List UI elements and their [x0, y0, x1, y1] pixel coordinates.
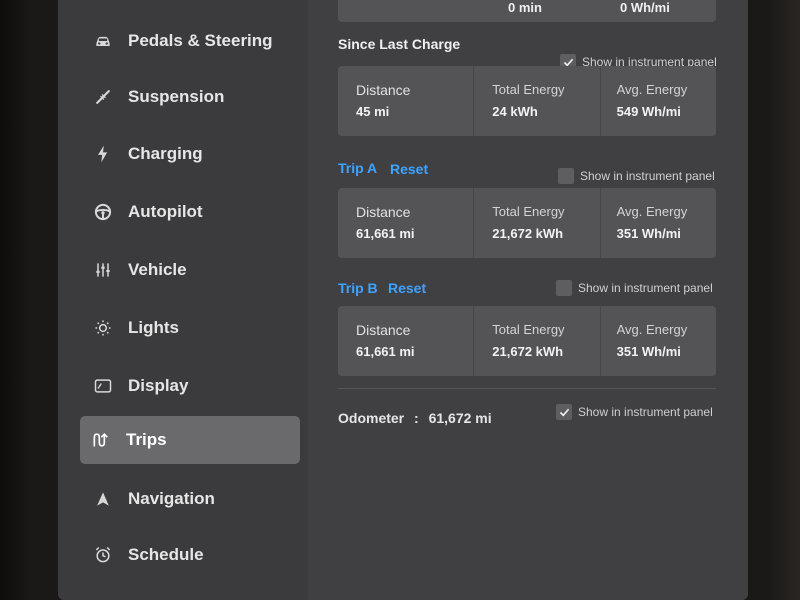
since-last-charge-title: Since Last Charge [338, 36, 461, 52]
trip-b-card: Distance 61,661 mi Total Energy 21,672 k… [338, 306, 716, 376]
section-divider [338, 388, 716, 389]
distance-label: Distance [356, 204, 411, 220]
previous-trip-duration: 0 min [508, 0, 542, 15]
total-energy-cell: Total Energy 21,672 kWh [474, 188, 601, 258]
sidebar-item-schedule[interactable]: Schedule [82, 532, 298, 578]
avg-energy-cell: Avg. Energy 351 Wh/mi [601, 188, 716, 258]
sidebar-item-suspension[interactable]: Suspension [82, 74, 298, 120]
distance-value: 61,661 mi [356, 226, 415, 241]
navigation-arrow-icon [92, 488, 114, 510]
sidebar-item-display[interactable]: Display [82, 363, 298, 409]
trip-b-show-toggle[interactable]: Show in instrument panel [556, 280, 713, 296]
previous-trip-avg-energy: 0 Wh/mi [620, 0, 670, 15]
sidebar-item-vehicle[interactable]: Vehicle [82, 247, 298, 293]
previous-trip-card: 0 min 0 Wh/mi [338, 0, 716, 22]
odometer-readout: Odometer : 61,672 mi [338, 410, 492, 426]
sidebar-item-label: Schedule [128, 545, 204, 564]
avg-energy-value: 351 Wh/mi [616, 344, 681, 359]
avg-energy-value: 351 Wh/mi [616, 226, 681, 241]
total-energy-cell: Total Energy 21,672 kWh [474, 306, 601, 376]
trip-a-show-toggle[interactable]: Show in instrument panel [558, 168, 715, 184]
sidebar-item-label: Navigation [128, 489, 215, 508]
display-icon [92, 375, 114, 397]
lightning-icon [92, 143, 114, 165]
trip-a-title: Trip A [338, 160, 378, 176]
since-last-charge-card: Distance 45 mi Total Energy 24 kWh Avg. … [338, 66, 716, 136]
checkbox[interactable] [556, 280, 572, 296]
show-in-instrument-panel-label: Show in instrument panel [578, 405, 713, 419]
sidebar-item-label: Display [128, 376, 189, 395]
odometer-value: 61,672 mi [428, 410, 492, 426]
distance-label: Distance [356, 322, 411, 338]
sidebar-item-trips[interactable]: Trips [80, 416, 300, 464]
odometer-separator: : [414, 410, 419, 426]
total-energy-label: Total Energy [492, 204, 565, 219]
steering-wheel-icon [92, 201, 114, 223]
sidebar-item-label: Charging [128, 144, 203, 163]
distance-label: Distance [356, 82, 411, 98]
sidebar-item-autopilot[interactable]: Autopilot [82, 189, 298, 235]
touchscreen: Pedals & Steering Suspension Charging Au… [58, 0, 748, 600]
total-energy-label: Total Energy [492, 82, 565, 97]
total-energy-cell: Total Energy 24 kWh [474, 66, 601, 136]
avg-energy-label: Avg. Energy [616, 322, 688, 337]
suspension-icon [92, 86, 114, 108]
distance-value: 45 mi [356, 104, 390, 119]
sidebar-item-label: Autopilot [128, 202, 203, 221]
sidebar-item-label: Vehicle [128, 260, 187, 279]
sidebar-item-pedals-steering[interactable]: Pedals & Steering [82, 18, 298, 64]
trip-a-reset-button[interactable]: Reset [390, 161, 428, 177]
distance-cell: Distance 61,661 mi [338, 306, 475, 376]
show-in-instrument-panel-label: Show in instrument panel [580, 169, 715, 183]
sidebar-item-label: Pedals & Steering [128, 31, 273, 50]
avg-energy-cell: Avg. Energy 351 Wh/mi [601, 306, 716, 376]
settings-sidebar: Pedals & Steering Suspension Charging Au… [58, 0, 308, 600]
light-icon [92, 317, 114, 339]
checkbox[interactable] [558, 168, 574, 184]
avg-energy-cell: Avg. Energy 549 Wh/mi [601, 66, 716, 136]
distance-value: 61,661 mi [356, 344, 415, 359]
avg-energy-label: Avg. Energy [616, 82, 688, 97]
sidebar-item-lights[interactable]: Lights [82, 305, 298, 351]
car-icon [92, 30, 114, 52]
sliders-icon [92, 259, 114, 281]
odometer-show-toggle[interactable]: Show in instrument panel [556, 404, 713, 420]
sidebar-item-charging[interactable]: Charging [82, 131, 298, 177]
sidebar-item-navigation[interactable]: Navigation [82, 476, 298, 522]
total-energy-label: Total Energy [492, 322, 565, 337]
show-in-instrument-panel-label: Show in instrument panel [578, 281, 713, 295]
checkbox[interactable] [556, 404, 572, 420]
total-energy-value: 24 kWh [492, 104, 538, 119]
total-energy-value: 21,672 kWh [492, 344, 564, 359]
sidebar-item-label: Lights [128, 318, 179, 337]
distance-cell: Distance 61,661 mi [338, 188, 475, 258]
trip-b-title: Trip B [338, 280, 378, 296]
trip-b-reset-button[interactable]: Reset [388, 280, 426, 296]
odometer-label: Odometer [338, 410, 405, 426]
alarm-clock-icon [92, 544, 114, 566]
sidebar-item-label: Suspension [128, 87, 225, 106]
checkmark-icon [559, 408, 569, 417]
trip-a-card: Distance 61,661 mi Total Energy 21,672 k… [338, 188, 716, 258]
trips-icon [90, 429, 112, 451]
trips-panel: 0 min 0 Wh/mi Since Last Charge Show in … [308, 0, 748, 600]
total-energy-value: 21,672 kWh [492, 226, 564, 241]
distance-cell: Distance 45 mi [338, 66, 475, 136]
sidebar-item-label: Trips [126, 430, 167, 449]
avg-energy-value: 549 Wh/mi [616, 104, 681, 119]
avg-energy-label: Avg. Energy [616, 204, 688, 219]
